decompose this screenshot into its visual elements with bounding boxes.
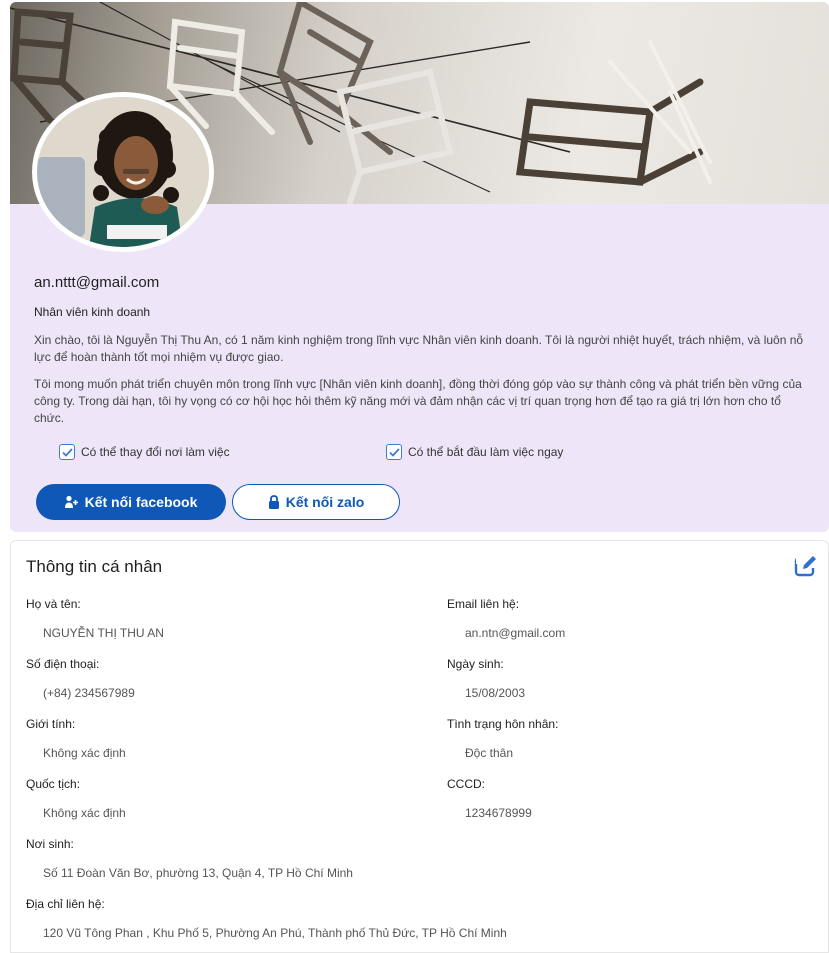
field-label-marital-status: Tình trạng hôn nhân: <box>447 717 559 731</box>
field-value-marital-status: Độc thân <box>465 746 514 760</box>
checkbox-relocate[interactable]: Có thể thay đổi nơi làm việc <box>59 444 230 460</box>
checkbox-label: Có thể bắt đầu làm việc ngay <box>408 445 564 459</box>
connect-zalo-button[interactable]: Kết nối zalo <box>232 484 400 520</box>
field-value-full-name: NGUYỄN THỊ THU AN <box>43 626 164 640</box>
checkbox-checked-icon[interactable] <box>386 444 402 460</box>
checkbox-checked-icon[interactable] <box>59 444 75 460</box>
field-value-birthplace: Số 11 Đoàn Văn Bơ, phường 13, Quận 4, TP… <box>43 866 353 880</box>
avatar[interactable] <box>32 92 214 252</box>
field-label-contact-email: Email liên hệ: <box>447 597 520 611</box>
profile-card: an.nttt@gmail.com Nhân viên kinh doanh X… <box>10 2 829 532</box>
field-label-phone: Số điện thoại: <box>26 657 100 671</box>
field-value-phone: (+84) 234567989 <box>43 686 135 700</box>
profile-email: an.nttt@gmail.com <box>34 274 160 291</box>
personal-info-section: Thông tin cá nhân Họ và tên: NGUYỄN THỊ … <box>10 540 829 953</box>
checkbox-label: Có thể thay đổi nơi làm việc <box>81 445 230 459</box>
field-value-id-card: 1234678999 <box>465 806 532 820</box>
section-title: Thông tin cá nhân <box>26 557 163 576</box>
checkbox-start-now[interactable]: Có thể bắt đầu làm việc ngay <box>386 444 563 460</box>
connect-facebook-button[interactable]: Kết nối facebook <box>36 484 226 520</box>
edit-icon <box>794 554 820 577</box>
person-add-icon <box>64 495 78 508</box>
field-label-full-name: Họ và tên: <box>26 597 81 611</box>
lock-icon <box>268 495 279 509</box>
button-label: Kết nối facebook <box>84 494 198 510</box>
bio-paragraph: Tôi mong muốn phát triển chuyên môn tron… <box>34 377 802 425</box>
field-label-birthday: Ngày sinh: <box>447 657 504 671</box>
bio-paragraph: Xin chào, tôi là Nguyễn Thị Thu An, có 1… <box>34 333 804 364</box>
field-value-contact-address: 120 Vũ Tông Phan , Khu Phố 5, Phường An … <box>43 926 507 940</box>
field-label-birthplace: Nơi sinh: <box>26 837 74 851</box>
field-value-contact-email: an.ntn@gmail.com <box>465 626 566 640</box>
field-value-nationality: Không xác định <box>43 806 126 820</box>
job-title: Nhân viên kinh doanh <box>34 305 151 319</box>
field-label-gender: Giới tính: <box>26 717 76 731</box>
edit-button[interactable] <box>793 553 820 579</box>
field-label-contact-address: Địa chỉ liên hệ: <box>26 897 105 911</box>
field-value-birthday: 15/08/2003 <box>465 686 526 700</box>
button-label: Kết nối zalo <box>285 494 365 510</box>
field-value-gender: Không xác định <box>43 746 126 760</box>
field-label-nationality: Quốc tịch: <box>26 777 81 791</box>
field-label-id-card: CCCD: <box>447 777 485 791</box>
